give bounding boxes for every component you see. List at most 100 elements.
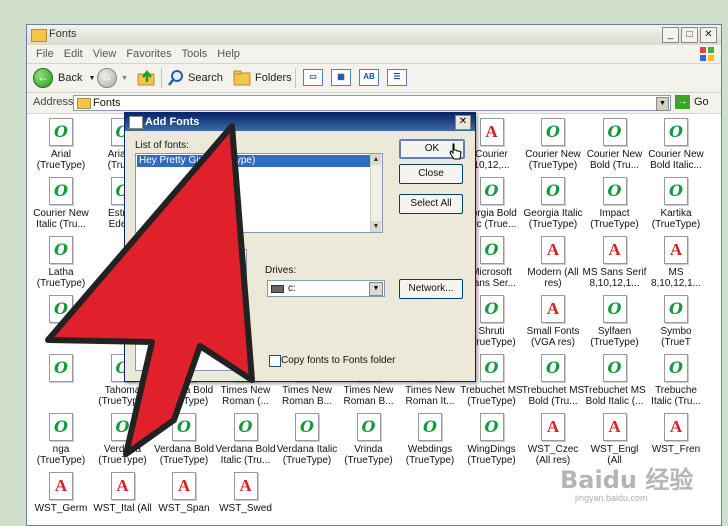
font-list[interactable]: Hey Pretty Girl (TrueType) ▲ ▼ — [135, 153, 383, 233]
font-file-label: WST_Fren — [651, 444, 701, 455]
font-file-item[interactable]: A WST_Germ — [29, 472, 93, 514]
font-file-item[interactable]: A Small Fonts (VGA res) — [521, 295, 585, 348]
font-file-item[interactable]: O Symbo (TrueT — [644, 295, 708, 348]
drives-label: Drives: — [265, 265, 297, 276]
network-button[interactable]: Network... — [399, 279, 463, 299]
folders-button[interactable]: Folders — [232, 67, 292, 89]
selected-font-item[interactable]: Hey Pretty Girl (TrueType) — [137, 155, 370, 167]
font-file-item[interactable]: Onga (TrueType) — [29, 413, 93, 466]
opentype-font-icon: O — [49, 413, 73, 441]
font-file-item[interactable]: A WST_Ital (All — [91, 472, 155, 514]
folders-list[interactable] — [135, 249, 247, 371]
font-file-item[interactable]: O Verdana (TrueType) — [91, 413, 155, 466]
font-file-item[interactable]: A MS Sans Serif 8,10,12,1... — [583, 236, 647, 289]
window-title: Fonts — [49, 28, 77, 40]
minimize-button[interactable]: _ — [662, 27, 679, 43]
window-titlebar[interactable]: Fonts _ □ ✕ — [27, 25, 721, 46]
maximize-button[interactable]: □ — [681, 27, 698, 43]
font-file-item[interactable]: O Trebuchet MS Bold (Tru... — [521, 354, 585, 407]
font-file-label: Trebuchet MS Bold (Tru... — [521, 385, 585, 407]
font-file-item[interactable]: O Courier New (TrueType) — [521, 118, 585, 171]
search-icon — [168, 70, 183, 86]
font-file-item[interactable]: O Georgia Italic (TrueType) — [521, 177, 585, 230]
close-dialog-button[interactable]: Close — [399, 164, 463, 184]
raster-font-icon: A — [233, 472, 258, 500]
opentype-font-icon: O — [295, 413, 319, 441]
font-file-item[interactable]: O Webdings (TrueType) — [398, 413, 462, 466]
drives-select[interactable]: c: ▼ — [267, 280, 385, 297]
font-file-label: Georgia Italic (TrueType) — [523, 208, 583, 230]
dialog-close-button[interactable]: ✕ — [455, 115, 471, 130]
search-label: Search — [188, 72, 223, 84]
font-file-label: Verdana Bold Italic (Tru... — [215, 444, 276, 466]
view-thumbnails-icon[interactable]: ▦ — [331, 69, 351, 86]
chevron-down-icon[interactable]: ▼ — [656, 97, 669, 111]
font-file-item[interactable]: O Vrinda (TrueType) — [337, 413, 401, 466]
raster-font-icon: A — [664, 236, 688, 264]
font-file-item[interactable]: O Courier New Bold (Tru... — [583, 118, 647, 171]
font-file-label: Verdana Bold (TrueType) — [153, 444, 215, 466]
up-folder-button[interactable] — [137, 67, 157, 89]
view-details-icon[interactable]: ☰ — [387, 69, 407, 86]
font-file-item[interactable]: A MS 8,10,12,1... — [644, 236, 708, 289]
font-file-item[interactable]: O Verdana Bold (TrueType) — [152, 413, 216, 466]
menu-favorites[interactable]: Favorites — [121, 45, 176, 63]
toolbar: ← Back ▼ → ▼ Search Folders ▭ ▦ AB ☰ — [27, 64, 721, 93]
folder-icon — [77, 98, 91, 109]
select-all-button[interactable]: Select All — [399, 194, 463, 214]
font-file-item[interactable]: A WST_Swed — [214, 472, 278, 514]
address-value: Fonts — [93, 97, 121, 109]
back-button[interactable]: ← Back ▼ — [33, 67, 95, 89]
view-filmstrip-icon[interactable]: ▭ — [303, 69, 323, 86]
font-file-item[interactable]: A WST_Span — [152, 472, 216, 514]
font-file-item[interactable]: O Arial (TrueType) — [29, 118, 93, 171]
font-file-item[interactable]: A Modern (All res) — [521, 236, 585, 289]
font-file-item[interactable]: O Kartika (TrueType) — [644, 177, 708, 230]
font-file-item[interactable]: O WingDings (TrueType) — [460, 413, 524, 466]
font-file-item[interactable]: O Courier New Italic (Tru... — [29, 177, 93, 230]
folders-icon — [233, 70, 251, 86]
copy-fonts-checkbox[interactable] — [269, 355, 281, 367]
opentype-font-icon: O — [664, 354, 688, 382]
scroll-down-icon[interactable]: ▼ — [371, 221, 381, 232]
font-file-label: Tahoma (TrueType) — [98, 385, 147, 407]
menu-edit[interactable]: Edit — [59, 45, 88, 63]
font-file-item[interactable]: O Courier New Bold Italic... — [644, 118, 708, 171]
font-file-item[interactable]: O Trebuche Italic (Tru... — [644, 354, 708, 407]
opentype-font-icon: O — [602, 118, 627, 146]
dialog-titlebar[interactable]: Add Fonts ✕ — [125, 113, 475, 131]
font-file-item[interactable]: O — [29, 295, 93, 323]
menu-tools[interactable]: Tools — [177, 45, 213, 63]
forward-button[interactable]: → ▼ — [97, 67, 128, 89]
address-input[interactable]: Fonts ▼ — [73, 95, 671, 111]
font-file-label: WST_Swed — [219, 503, 272, 514]
close-button[interactable]: ✕ — [700, 27, 717, 43]
raster-font-icon: A — [479, 118, 504, 146]
raster-font-icon: A — [541, 236, 565, 264]
view-font-preview-icon[interactable]: AB — [359, 69, 379, 86]
font-file-item[interactable]: A WST_Engl (All — [583, 413, 647, 466]
folders-label: Folders — [255, 72, 292, 84]
font-file-item[interactable]: O — [29, 354, 93, 382]
opentype-font-icon: O — [479, 236, 504, 264]
raster-font-icon: A — [172, 472, 196, 500]
font-file-item[interactable]: O Sylfaen (TrueType) — [583, 295, 647, 348]
chevron-down-icon[interactable]: ▼ — [369, 282, 383, 296]
font-file-item[interactable]: O Latha (TrueType) — [29, 236, 93, 289]
font-file-item[interactable]: A WST_Fren — [644, 413, 708, 455]
font-file-item[interactable]: O Verdana Italic (TrueType) — [275, 413, 339, 466]
opentype-font-icon: O — [49, 236, 73, 264]
font-file-item[interactable]: O Trebuchet MS Bold Italic (... — [583, 354, 647, 407]
font-file-item[interactable]: O Verdana Bold Italic (Tru... — [214, 413, 278, 466]
font-file-item[interactable]: O Impact (TrueType) — [583, 177, 647, 230]
search-button[interactable]: Search — [167, 67, 223, 89]
font-file-item[interactable]: A WST_Czec (All res) — [521, 413, 585, 466]
opentype-font-icon: O — [356, 413, 381, 441]
menu-view[interactable]: View — [88, 45, 122, 63]
scroll-up-icon[interactable]: ▲ — [371, 154, 381, 165]
go-button[interactable]: → Go — [675, 95, 709, 109]
list-scrollbar[interactable]: ▲ ▼ — [370, 154, 382, 232]
menu-file[interactable]: File — [31, 45, 59, 63]
windows-logo-icon — [700, 47, 714, 61]
menu-help[interactable]: Help — [212, 45, 245, 63]
